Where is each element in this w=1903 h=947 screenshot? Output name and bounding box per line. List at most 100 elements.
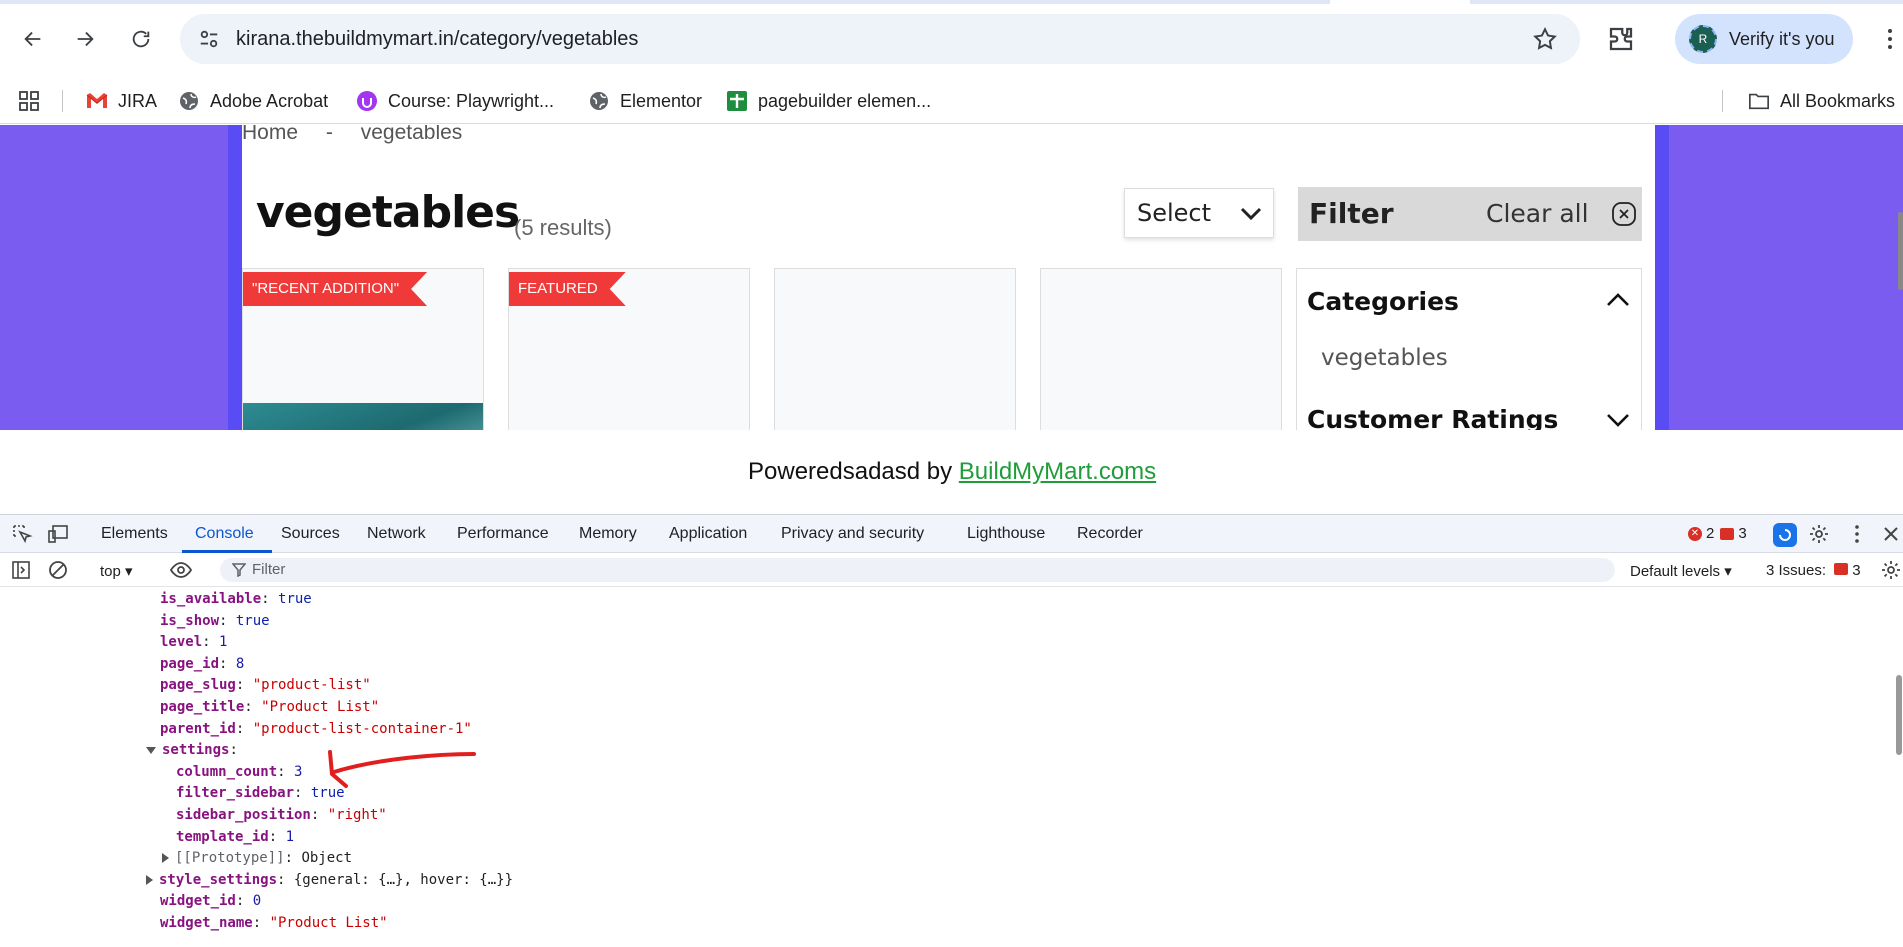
ribbon-badge: FEATURED [509, 272, 626, 306]
property-key: widget_name [160, 915, 253, 931]
error-count-badge[interactable]: ✕ 2 3 [1688, 525, 1747, 542]
apps-grid-icon [18, 90, 40, 112]
sort-select[interactable]: Select [1124, 188, 1274, 238]
page-title: vegetables [256, 187, 520, 238]
address-bar[interactable]: kirana.thebuildmymart.in/category/vegeta… [180, 14, 1580, 64]
bookmark-course-playwright[interactable]: Course: Playwright... [356, 88, 554, 114]
customer-ratings-heading[interactable]: Customer Ratings [1307, 405, 1558, 430]
property-key: page_title [160, 699, 245, 715]
property-value: "product-list-container-1" [252, 720, 472, 737]
globe-icon [588, 90, 610, 112]
close-devtools-icon[interactable] [1880, 523, 1902, 545]
tab-network[interactable]: Network [367, 525, 426, 543]
tab-sources[interactable]: Sources [281, 525, 340, 543]
chevron-down-icon [1240, 207, 1262, 221]
breadcrumb-home[interactable]: Home [242, 125, 298, 144]
property-value: 8 [235, 655, 245, 672]
console-filter-input[interactable]: Filter [220, 558, 1615, 582]
filter-icon [232, 563, 246, 577]
profile-label: Verify it's you [1729, 28, 1835, 49]
folder-icon [1748, 90, 1770, 112]
tab-application[interactable]: Application [669, 525, 747, 543]
extensions-icon[interactable] [1606, 24, 1636, 54]
device-toolbar-icon[interactable] [47, 523, 69, 545]
profile-button[interactable]: R Verify it's you [1675, 14, 1853, 64]
sort-select-label: Select [1137, 199, 1212, 227]
product-card[interactable]: FEATURED [508, 268, 750, 430]
eye-icon[interactable] [170, 559, 192, 581]
category-item-vegetables[interactable]: vegetables [1321, 345, 1448, 371]
site-settings-icon[interactable] [198, 28, 220, 50]
log-levels-dropdown[interactable]: Default levels ▾ [1630, 562, 1732, 580]
tab-recorder[interactable]: Recorder [1077, 525, 1143, 543]
issues-button[interactable]: 3 Issues: 3 [1766, 562, 1861, 579]
apps-button[interactable] [18, 88, 50, 114]
all-bookmarks[interactable]: All Bookmarks [1748, 88, 1895, 114]
bookmark-star-icon[interactable] [1532, 26, 1558, 52]
inspect-element-icon[interactable] [11, 523, 33, 545]
page-content: Home - vegetables vegetables (5 results)… [242, 125, 1655, 430]
page-viewport: Home - vegetables vegetables (5 results)… [0, 125, 1903, 430]
bookmark-elementor[interactable]: Elementor [588, 88, 702, 114]
console-scrollbar[interactable] [1896, 675, 1902, 755]
tab-privacy-security[interactable]: Privacy and security [781, 525, 924, 543]
browser-menu-icon[interactable] [1880, 24, 1900, 54]
property-value: 0 [252, 893, 262, 910]
product-card[interactable] [774, 268, 1016, 430]
devtools-panel: Elements Console Sources Network Perform… [0, 514, 1903, 946]
sidebar-toggle-icon[interactable] [10, 559, 32, 581]
reload-button[interactable] [124, 22, 158, 56]
ai-assistance-icon[interactable] [1772, 522, 1798, 548]
url-text[interactable]: kirana.thebuildmymart.in/category/vegeta… [236, 28, 638, 51]
clear-console-icon[interactable] [47, 559, 69, 581]
product-card[interactable]: "RECENT ADDITION" [242, 268, 484, 430]
gmail-icon [86, 90, 108, 112]
console-settings-icon[interactable] [1880, 559, 1902, 581]
tab-lighthouse[interactable]: Lighthouse [967, 525, 1045, 543]
categories-heading[interactable]: Categories [1307, 287, 1459, 316]
tab-elements[interactable]: Elements [101, 525, 168, 543]
tab-console[interactable]: Console [195, 525, 254, 543]
breadcrumb-separator: - [325, 125, 333, 144]
product-image[interactable] [243, 403, 483, 430]
bookmarks-bar: JIRA Adobe Acrobat Course: Playwright...… [0, 78, 1903, 124]
console-property-line[interactable]: [[Prototype]]: Object [162, 850, 352, 870]
warning-icon [1720, 527, 1735, 540]
property-key: is_available [160, 591, 262, 607]
bookmark-pagebuilder[interactable]: pagebuilder elemen... [726, 88, 931, 114]
caret-right-icon[interactable] [162, 853, 169, 864]
back-button[interactable] [16, 22, 50, 56]
console-property-line[interactable]: settings: [146, 742, 238, 762]
error-icon: ✕ [1688, 526, 1702, 541]
console-property-line: page_slug: "product-list" [160, 677, 371, 694]
property-key: column_count [176, 763, 278, 780]
tab-memory[interactable]: Memory [579, 525, 637, 543]
settings-gear-icon[interactable] [1808, 523, 1830, 545]
console-property-line[interactable]: style_settings: {general: {…}, hover: {…… [146, 872, 513, 892]
property-value: "Product List" [269, 915, 388, 931]
property-key: sidebar_position [176, 807, 311, 823]
clear-all-button[interactable]: Clear all [1486, 199, 1589, 228]
caret-down-icon[interactable] [146, 746, 156, 754]
forward-button[interactable] [68, 22, 102, 56]
property-key: settings [162, 742, 230, 759]
property-value: Object [301, 850, 353, 867]
caret-right-icon[interactable] [146, 874, 153, 885]
tab-performance[interactable]: Performance [457, 525, 549, 543]
devtools-menu-icon[interactable] [1846, 523, 1868, 545]
bookmark-jira[interactable]: JIRA [86, 88, 157, 114]
chevron-down-icon[interactable] [1605, 409, 1631, 430]
console-toolbar: top ▾ Filter Default levels ▾ 3 Issues: … [0, 553, 1903, 587]
context-selector[interactable]: top ▾ [100, 562, 133, 580]
console-property-line: is_show: true [160, 612, 270, 629]
property-key: [[Prototype]] [175, 850, 285, 867]
chevron-up-icon[interactable] [1605, 289, 1631, 311]
bookmark-adobe-acrobat[interactable]: Adobe Acrobat [178, 88, 328, 114]
property-value: "right" [327, 807, 387, 823]
product-card[interactable] [1040, 268, 1282, 430]
footer-link[interactable]: BuildMyMart.coms [959, 458, 1156, 485]
page-scrollbar[interactable] [1898, 212, 1903, 290]
close-icon[interactable] [1611, 201, 1637, 227]
console-property-line: page_id: 8 [160, 655, 245, 672]
console-property-line: sidebar_position: "right" [176, 807, 387, 823]
